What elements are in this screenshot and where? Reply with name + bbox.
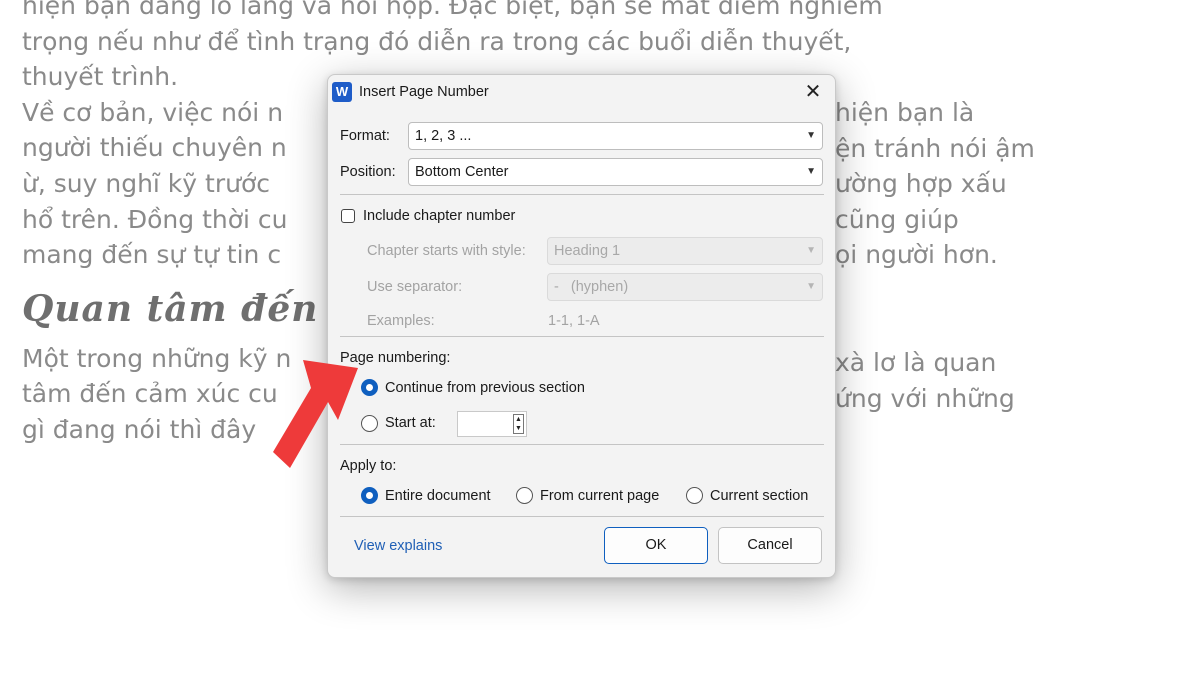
red-arrow-icon — [273, 360, 358, 468]
word-app-icon: W — [332, 82, 352, 102]
apply-current-section-label: Current section — [710, 488, 809, 504]
document-right-fragments: hiện bạn là ện tránh nói ậm ường hợp xấu… — [835, 95, 1035, 273]
apply-current-section-radio[interactable] — [686, 487, 703, 504]
examples-label: Examples: — [367, 313, 435, 329]
apply-entire-label: Entire document — [385, 488, 491, 504]
format-value: 1, 2, 3 ... — [415, 128, 472, 144]
position-value: Bottom Center — [415, 164, 509, 180]
chevron-down-icon: ▼ — [806, 130, 816, 141]
format-label: Format: — [340, 128, 390, 144]
spin-down-icon[interactable]: ▼ — [514, 424, 523, 433]
dialog-titlebar[interactable]: W Insert Page Number ✕ — [328, 75, 835, 111]
chapter-style-label: Chapter starts with style: — [367, 243, 526, 259]
doc-line: trọng nếu như để tình trạng đó diễn ra t… — [22, 26, 852, 56]
separator-select[interactable]: - (hyphen) ▼ — [547, 273, 823, 301]
divider — [340, 336, 824, 337]
dialog-title: Insert Page Number — [359, 84, 489, 100]
close-button[interactable]: ✕ — [798, 78, 828, 106]
apply-entire-radio[interactable] — [361, 487, 378, 504]
insert-page-number-dialog: W Insert Page Number ✕ Format: 1, 2, 3 .… — [327, 74, 836, 578]
divider — [340, 194, 824, 195]
doc-line: hiện bạn đang lo lắng và hồi hộp. Đặc bi… — [22, 0, 883, 20]
doc-line: hiện bạn là — [835, 98, 975, 127]
chapter-style-select[interactable]: Heading 1 ▼ — [547, 237, 823, 265]
separator-value: - (hyphen) — [554, 279, 629, 295]
chevron-down-icon: ▼ — [806, 245, 816, 256]
chevron-down-icon: ▼ — [806, 166, 816, 177]
position-label: Position: — [340, 164, 396, 180]
divider — [340, 516, 824, 517]
chapter-style-value: Heading 1 — [554, 243, 621, 259]
doc-line: ứng với những — [835, 383, 1015, 413]
spin-buttons[interactable]: ▲ ▼ — [513, 414, 524, 434]
spin-up-icon[interactable]: ▲ — [514, 415, 523, 424]
document-right-fragments-2: xà lơ là quan ứng với những — [835, 345, 1015, 416]
ok-button[interactable]: OK — [604, 527, 708, 564]
separator-label: Use separator: — [367, 279, 463, 295]
start-at-spinner[interactable]: ▲ ▼ — [457, 411, 527, 437]
doc-line: cũng giúp — [835, 204, 959, 234]
divider — [340, 444, 824, 445]
doc-line: xà lơ là quan — [835, 348, 997, 377]
position-select[interactable]: Bottom Center ▼ — [408, 158, 823, 186]
close-icon: ✕ — [804, 81, 822, 103]
start-at-label: Start at: — [385, 415, 436, 431]
cancel-button[interactable]: Cancel — [718, 527, 822, 564]
apply-from-current-radio[interactable] — [516, 487, 533, 504]
include-chapter-checkbox[interactable] — [341, 209, 355, 223]
apply-from-current-label: From current page — [540, 488, 660, 504]
chevron-down-icon: ▼ — [806, 281, 816, 292]
include-chapter-label: Include chapter number — [363, 208, 516, 224]
view-explains-link[interactable]: View explains — [354, 538, 442, 554]
doc-line: ường hợp xấu — [835, 169, 1007, 199]
doc-line: ọi người hơn. — [835, 240, 998, 270]
continue-label: Continue from previous section — [385, 380, 585, 396]
format-select[interactable]: 1, 2, 3 ... ▼ — [408, 122, 823, 150]
examples-value: 1-1, 1-A — [548, 313, 600, 329]
doc-line: ện tránh nói ậm — [835, 133, 1035, 163]
